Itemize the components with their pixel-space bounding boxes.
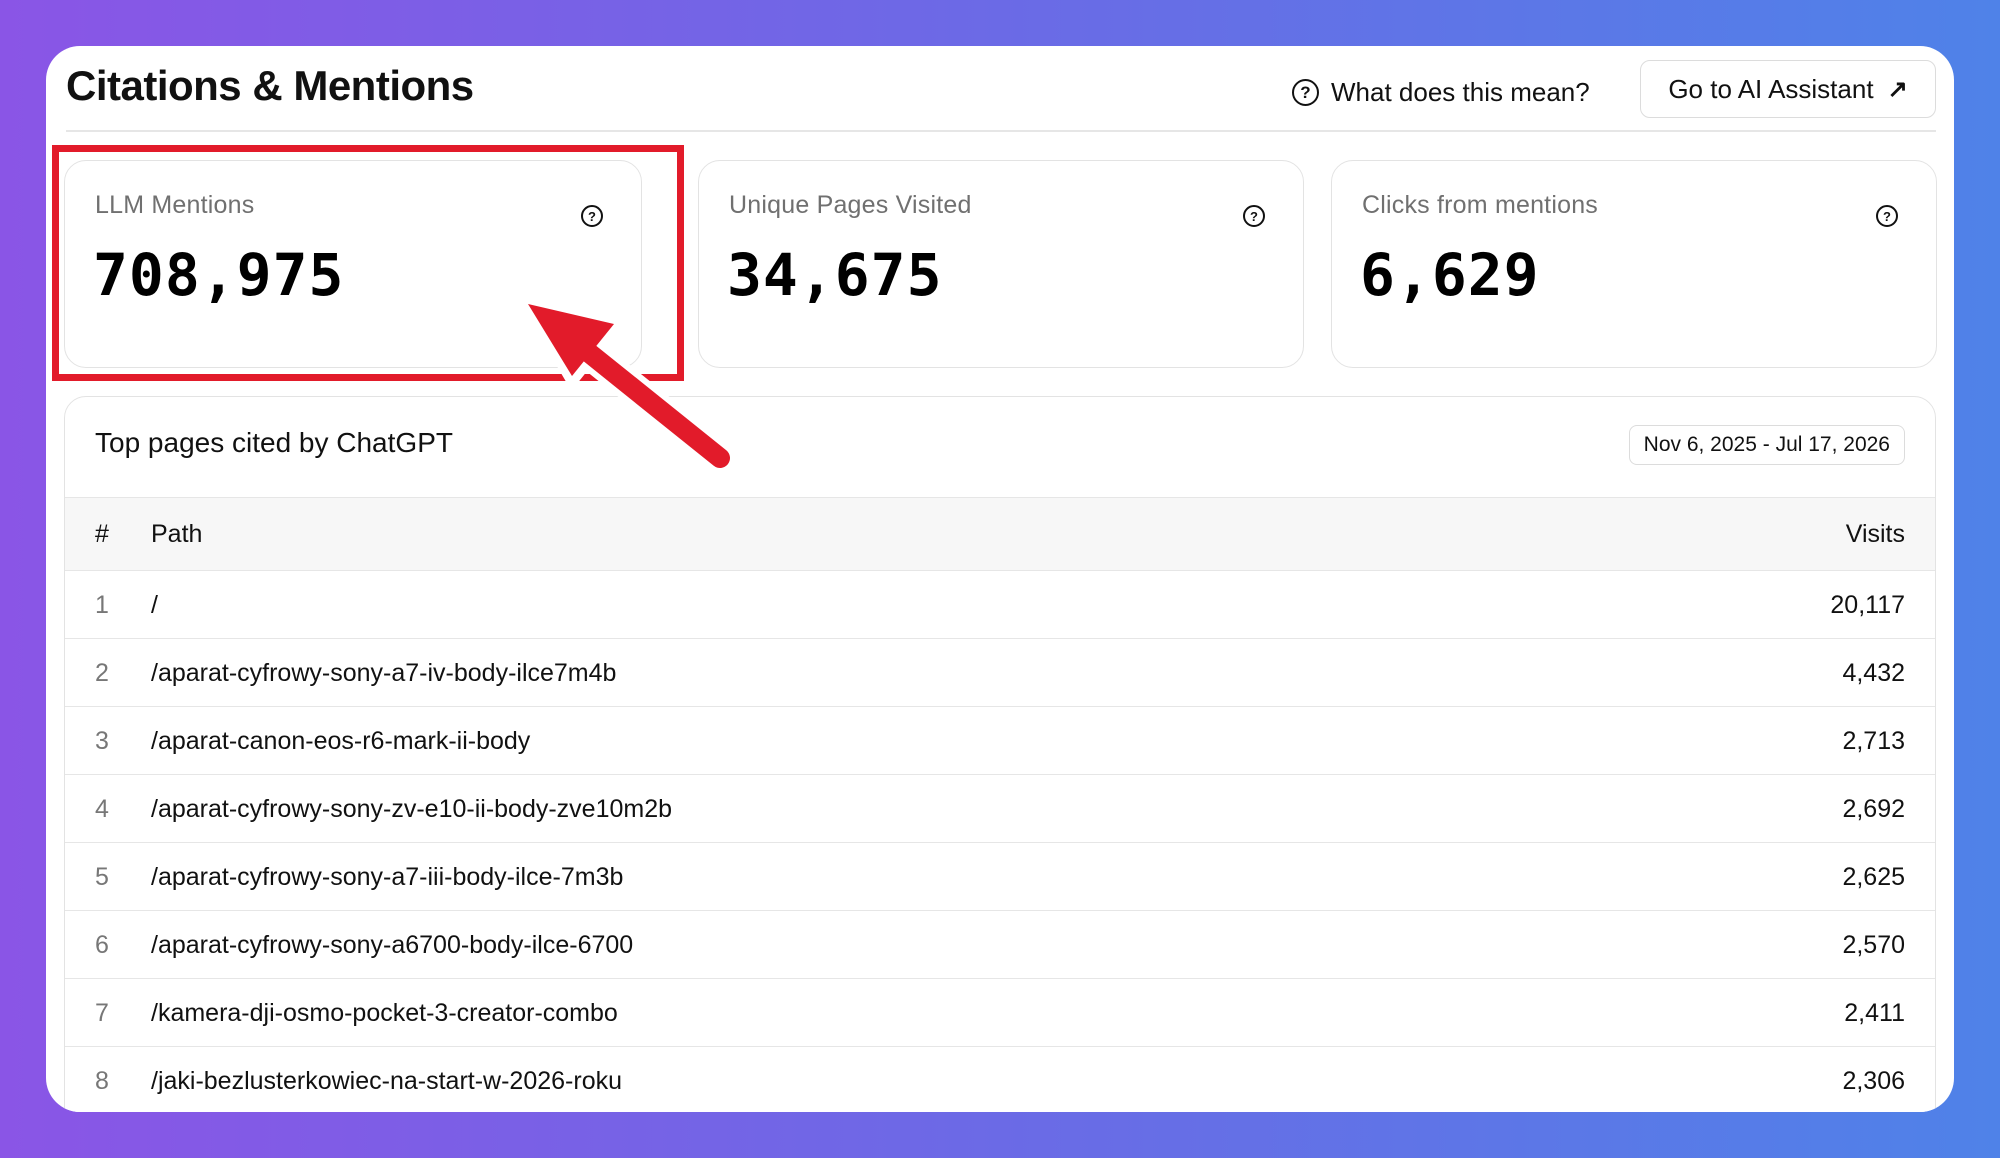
page-title: Citations & Mentions [66, 62, 474, 109]
row-number: 4 [95, 795, 109, 823]
question-circle-icon[interactable]: ? [1243, 205, 1265, 227]
row-path: /aparat-cyfrowy-sony-zv-e10-ii-body-zve1… [151, 795, 673, 823]
table-row[interactable]: 7/kamera-dji-osmo-pocket-3-creator-combo… [65, 979, 1935, 1047]
metric-label: Clicks from mentions [1362, 191, 1598, 219]
top-pages-table-card: Top pages cited by ChatGPT Nov 6, 2025 -… [64, 396, 1936, 1112]
table-row[interactable]: 8/jaki-bezlusterkowiec-na-start-w-2026-r… [65, 1047, 1935, 1112]
go-to-ai-assistant-button[interactable]: Go to AI Assistant ↗ [1640, 60, 1936, 118]
table-row[interactable]: 1 / 20,117 [65, 571, 1935, 639]
row-number: 7 [95, 999, 109, 1027]
row-visits: 2,625 [1842, 863, 1905, 891]
row-path: /kamera-dji-osmo-pocket-3-creator-combo [151, 999, 618, 1027]
row-number: 3 [95, 727, 109, 755]
metric-value: 708,975 [93, 241, 345, 309]
arrow-up-right-icon: ↗ [1887, 75, 1908, 103]
metric-card-llm-mentions: LLM Mentions 708,975 ? [64, 160, 642, 368]
row-visits: 2,411 [1844, 999, 1905, 1027]
top-bar: Citations & Mentions ? What does this me… [46, 46, 1954, 132]
dashboard-window: Citations & Mentions ? What does this me… [46, 46, 1954, 1112]
row-path: /aparat-canon-eos-r6-mark-ii-body [151, 727, 531, 755]
row-visits: 2,306 [1842, 1067, 1905, 1095]
metric-label: Unique Pages Visited [729, 191, 972, 219]
metric-label: LLM Mentions [95, 191, 255, 219]
question-circle-icon: ? [1292, 78, 1319, 106]
row-number: 5 [95, 863, 109, 891]
row-visits: 4,432 [1842, 659, 1905, 687]
what-does-this-mean-link[interactable]: ? What does this mean? [1292, 72, 1590, 112]
metric-card-clicks: Clicks from mentions 6,629 ? [1331, 160, 1937, 368]
row-number: 8 [95, 1067, 109, 1095]
row-visits: 2,713 [1842, 727, 1905, 755]
question-circle-icon[interactable]: ? [581, 205, 603, 227]
row-path: / [151, 591, 158, 619]
help-link-label: What does this mean? [1331, 76, 1590, 107]
row-path: /aparat-cyfrowy-sony-a7-iii-body-ilce-7m… [151, 863, 624, 891]
row-number: 1 [95, 591, 109, 619]
column-header-number: # [95, 520, 109, 548]
metric-value: 6,629 [1360, 241, 1540, 309]
table-row[interactable]: 2/aparat-cyfrowy-sony-a7-iv-body-ilce7m4… [65, 639, 1935, 707]
row-number: 2 [95, 659, 109, 687]
table-row[interactable]: 3/aparat-canon-eos-r6-mark-ii-body 2,713 [65, 707, 1935, 775]
column-header-path[interactable]: Path [151, 520, 202, 549]
row-path: /aparat-cyfrowy-sony-a6700-body-ilce-670… [151, 931, 634, 959]
metric-value: 34,675 [727, 241, 943, 309]
date-range-picker[interactable]: Nov 6, 2025 - Jul 17, 2026 [1628, 425, 1905, 465]
table-header: # Path Visits [65, 497, 1935, 571]
row-visits: 2,692 [1842, 795, 1905, 823]
row-visits: 20,117 [1830, 591, 1905, 619]
metric-card-unique-pages: Unique Pages Visited 34,675 ? [698, 160, 1304, 368]
table-row[interactable]: 4/aparat-cyfrowy-sony-zv-e10-ii-body-zve… [65, 775, 1935, 843]
row-number: 6 [95, 931, 109, 959]
table-title: Top pages cited by ChatGPT [95, 427, 453, 458]
header-divider [66, 130, 1936, 132]
row-path: /jaki-bezlusterkowiec-na-start-w-2026-ro… [151, 1067, 622, 1095]
question-circle-icon[interactable]: ? [1876, 205, 1898, 227]
column-header-visits[interactable]: Visits [1846, 520, 1905, 549]
assistant-button-label: Go to AI Assistant [1668, 73, 1874, 104]
row-path: /aparat-cyfrowy-sony-a7-iv-body-ilce7m4b [151, 659, 617, 687]
row-visits: 2,570 [1842, 931, 1905, 959]
table-row[interactable]: 5/aparat-cyfrowy-sony-a7-iii-body-ilce-7… [65, 843, 1935, 911]
table-row[interactable]: 6/aparat-cyfrowy-sony-a6700-body-ilce-67… [65, 911, 1935, 979]
